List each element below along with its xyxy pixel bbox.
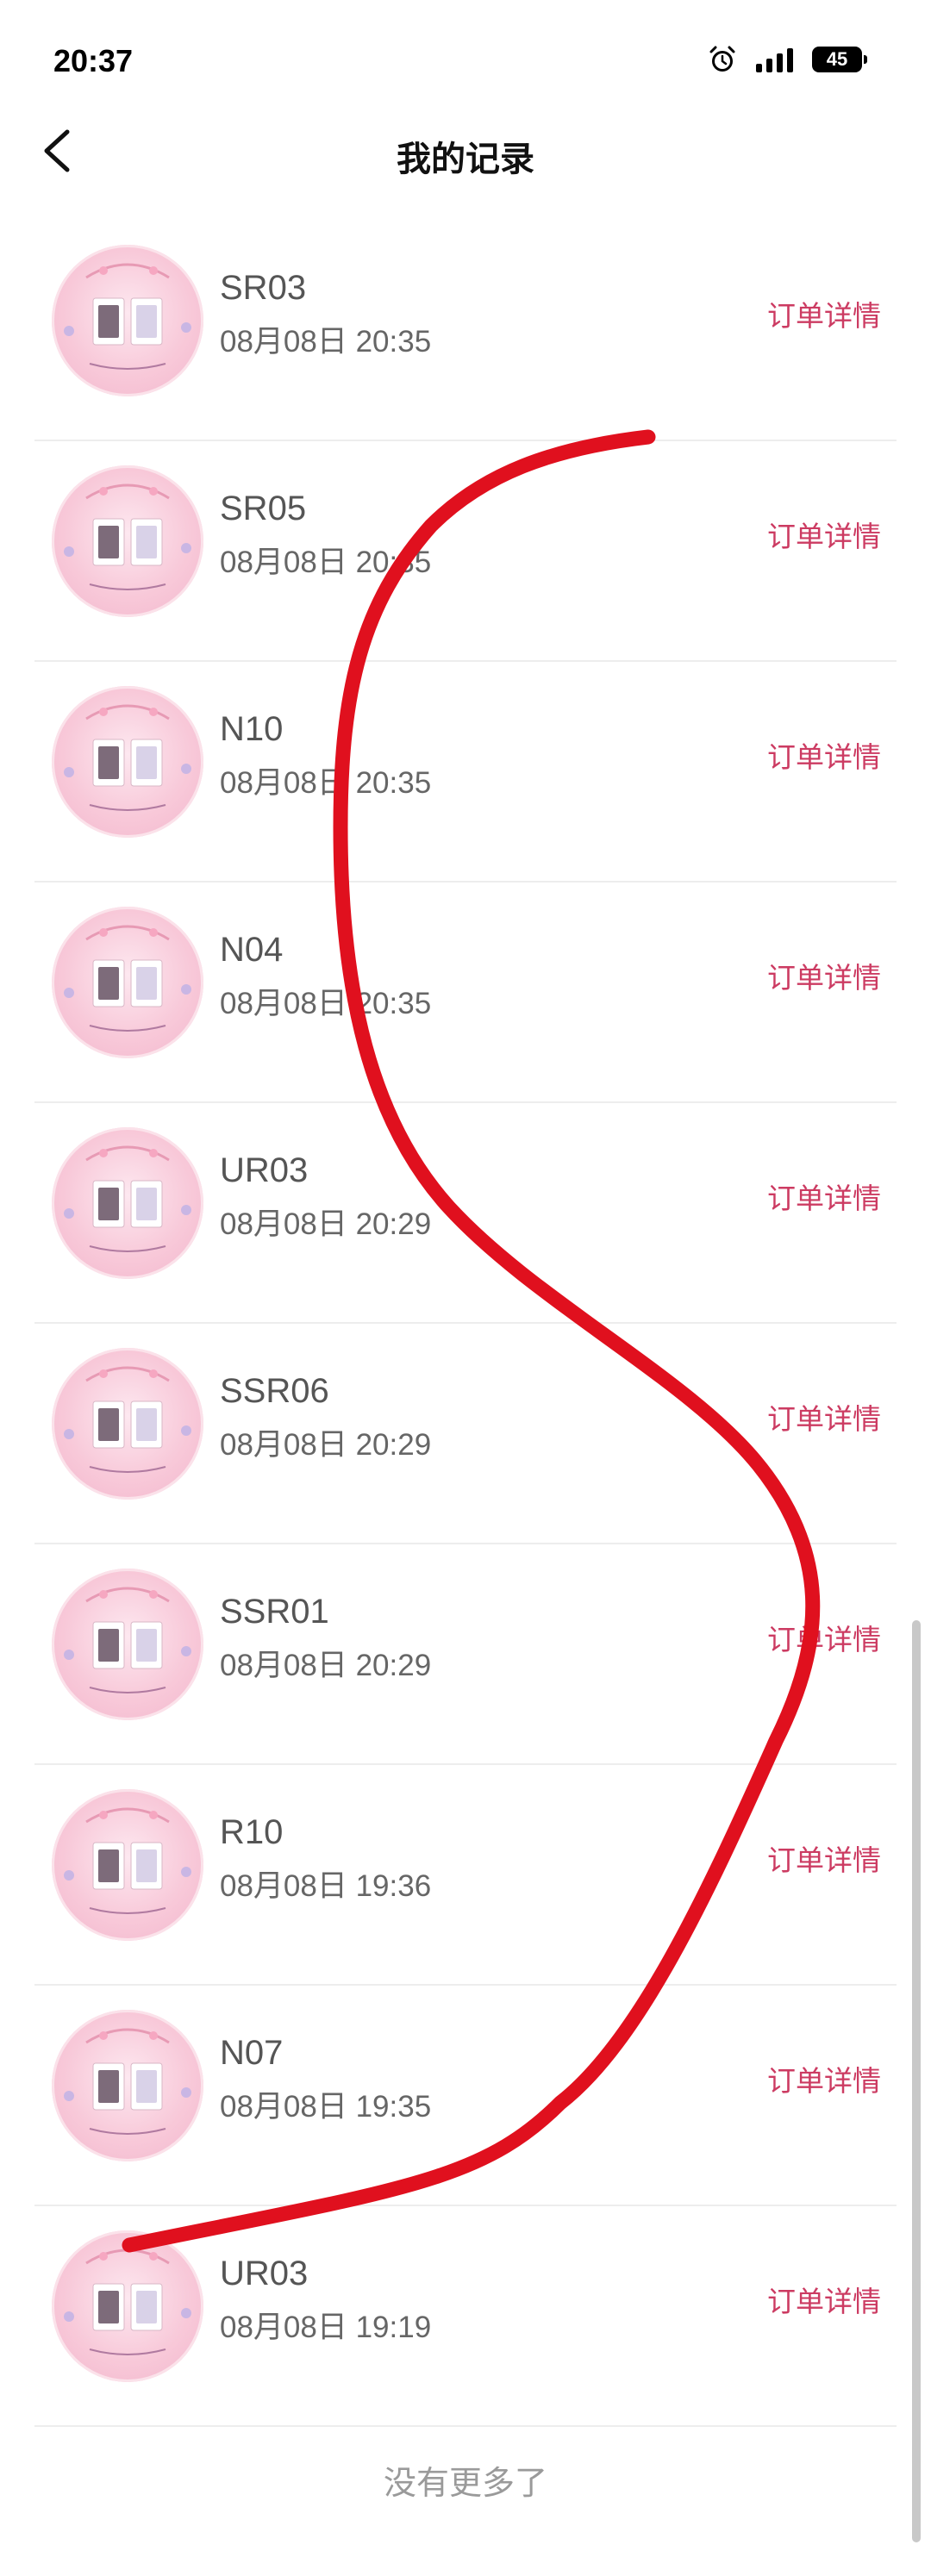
record-code: N07 — [220, 2034, 284, 2072]
record-code: SSR01 — [220, 1593, 329, 1631]
order-detail-link[interactable]: 订单详情 — [767, 1837, 881, 1879]
record-time: 08月08日 20:35 — [220, 987, 432, 1020]
record-time: 08月08日 20:29 — [220, 1428, 432, 1462]
order-detail-link[interactable]: 订单详情 — [767, 293, 881, 334]
card-thumbnail-art — [64, 704, 191, 811]
record-time: 08月08日 20:29 — [220, 1207, 432, 1241]
card-thumbnail — [52, 1569, 203, 1720]
record-code: N04 — [220, 931, 284, 969]
card-thumbnail-art — [64, 263, 191, 370]
record-time: 08月08日 20:35 — [220, 766, 432, 800]
record-code: N10 — [220, 710, 284, 748]
record-time: 08月08日 19:36 — [220, 1869, 432, 1903]
record-row: UR03 08月08日 19:19 订单详情 — [34, 2206, 897, 2427]
battery-level: 45 — [826, 48, 848, 70]
record-time: 08月08日 20:35 — [220, 546, 432, 579]
order-detail-link[interactable]: 订单详情 — [767, 1617, 881, 1658]
nav-bar: 我的记录 — [0, 95, 931, 207]
card-thumbnail — [52, 907, 203, 1058]
scrollbar[interactable] — [912, 1620, 921, 2542]
order-detail-link[interactable]: 订单详情 — [767, 1176, 881, 1217]
record-code: SR03 — [220, 269, 307, 307]
card-thumbnail-art — [64, 1587, 191, 1693]
record-list: SR03 08月08日 20:35 订单详情 SR05 08月08日 20:35… — [34, 221, 897, 2427]
order-detail-link[interactable]: 订单详情 — [767, 734, 881, 776]
card-thumbnail — [52, 1789, 203, 1941]
record-row: N04 08月08日 20:35 订单详情 — [34, 883, 897, 1103]
card-thumbnail — [52, 1127, 203, 1279]
record-row: R10 08月08日 19:36 订单详情 — [34, 1765, 897, 1986]
order-detail-link[interactable]: 订单详情 — [767, 2058, 881, 2099]
card-thumbnail — [52, 245, 203, 396]
record-code: R10 — [220, 1813, 284, 1851]
record-row: SR03 08月08日 20:35 订单详情 — [34, 221, 897, 441]
record-time: 08月08日 20:29 — [220, 1649, 432, 1682]
card-thumbnail-art — [64, 2249, 191, 2355]
status-time: 20:37 — [53, 43, 134, 78]
card-thumbnail-art — [64, 1366, 191, 1473]
record-code: SR05 — [220, 490, 307, 527]
card-thumbnail-art — [64, 483, 191, 590]
record-row: N07 08月08日 19:35 订单详情 — [34, 1986, 897, 2206]
record-code: SSR06 — [220, 1372, 329, 1410]
card-thumbnail — [52, 2230, 203, 2382]
card-thumbnail — [52, 686, 203, 838]
order-detail-link[interactable]: 订单详情 — [767, 955, 881, 996]
no-more-text: 没有更多了 — [383, 2466, 547, 2502]
record-time: 08月08日 19:19 — [220, 2311, 432, 2344]
record-time: 08月08日 20:35 — [220, 325, 432, 359]
record-row: UR03 08月08日 20:29 订单详情 — [34, 1103, 897, 1324]
record-code: UR03 — [220, 2255, 309, 2292]
status-icons: 45 — [708, 45, 867, 74]
record-row: SSR01 08月08日 20:29 订单详情 — [34, 1544, 897, 1765]
record-row: SSR06 08月08日 20:29 订单详情 — [34, 1324, 897, 1544]
alarm-icon — [709, 46, 735, 72]
order-detail-link[interactable]: 订单详情 — [767, 514, 881, 555]
order-detail-link[interactable]: 订单详情 — [767, 1396, 881, 1438]
card-thumbnail-art — [64, 1807, 191, 1914]
record-row: N10 08月08日 20:35 订单详情 — [34, 662, 897, 883]
record-time: 08月08日 19:35 — [220, 2090, 432, 2124]
card-thumbnail — [52, 1348, 203, 1500]
card-thumbnail-art — [64, 1145, 191, 1252]
record-code: UR03 — [220, 1151, 309, 1189]
order-detail-link[interactable]: 订单详情 — [767, 2279, 881, 2320]
signal-icon — [756, 47, 793, 72]
card-thumbnail — [52, 465, 203, 617]
status-bar: 20:37 45 — [0, 0, 931, 95]
card-thumbnail — [52, 2010, 203, 2161]
card-thumbnail-art — [64, 925, 191, 1032]
record-row: SR05 08月08日 20:35 订单详情 — [34, 441, 897, 662]
page-title: 我的记录 — [397, 140, 534, 178]
battery-icon: 45 — [812, 47, 867, 72]
card-thumbnail-art — [64, 2028, 191, 2135]
